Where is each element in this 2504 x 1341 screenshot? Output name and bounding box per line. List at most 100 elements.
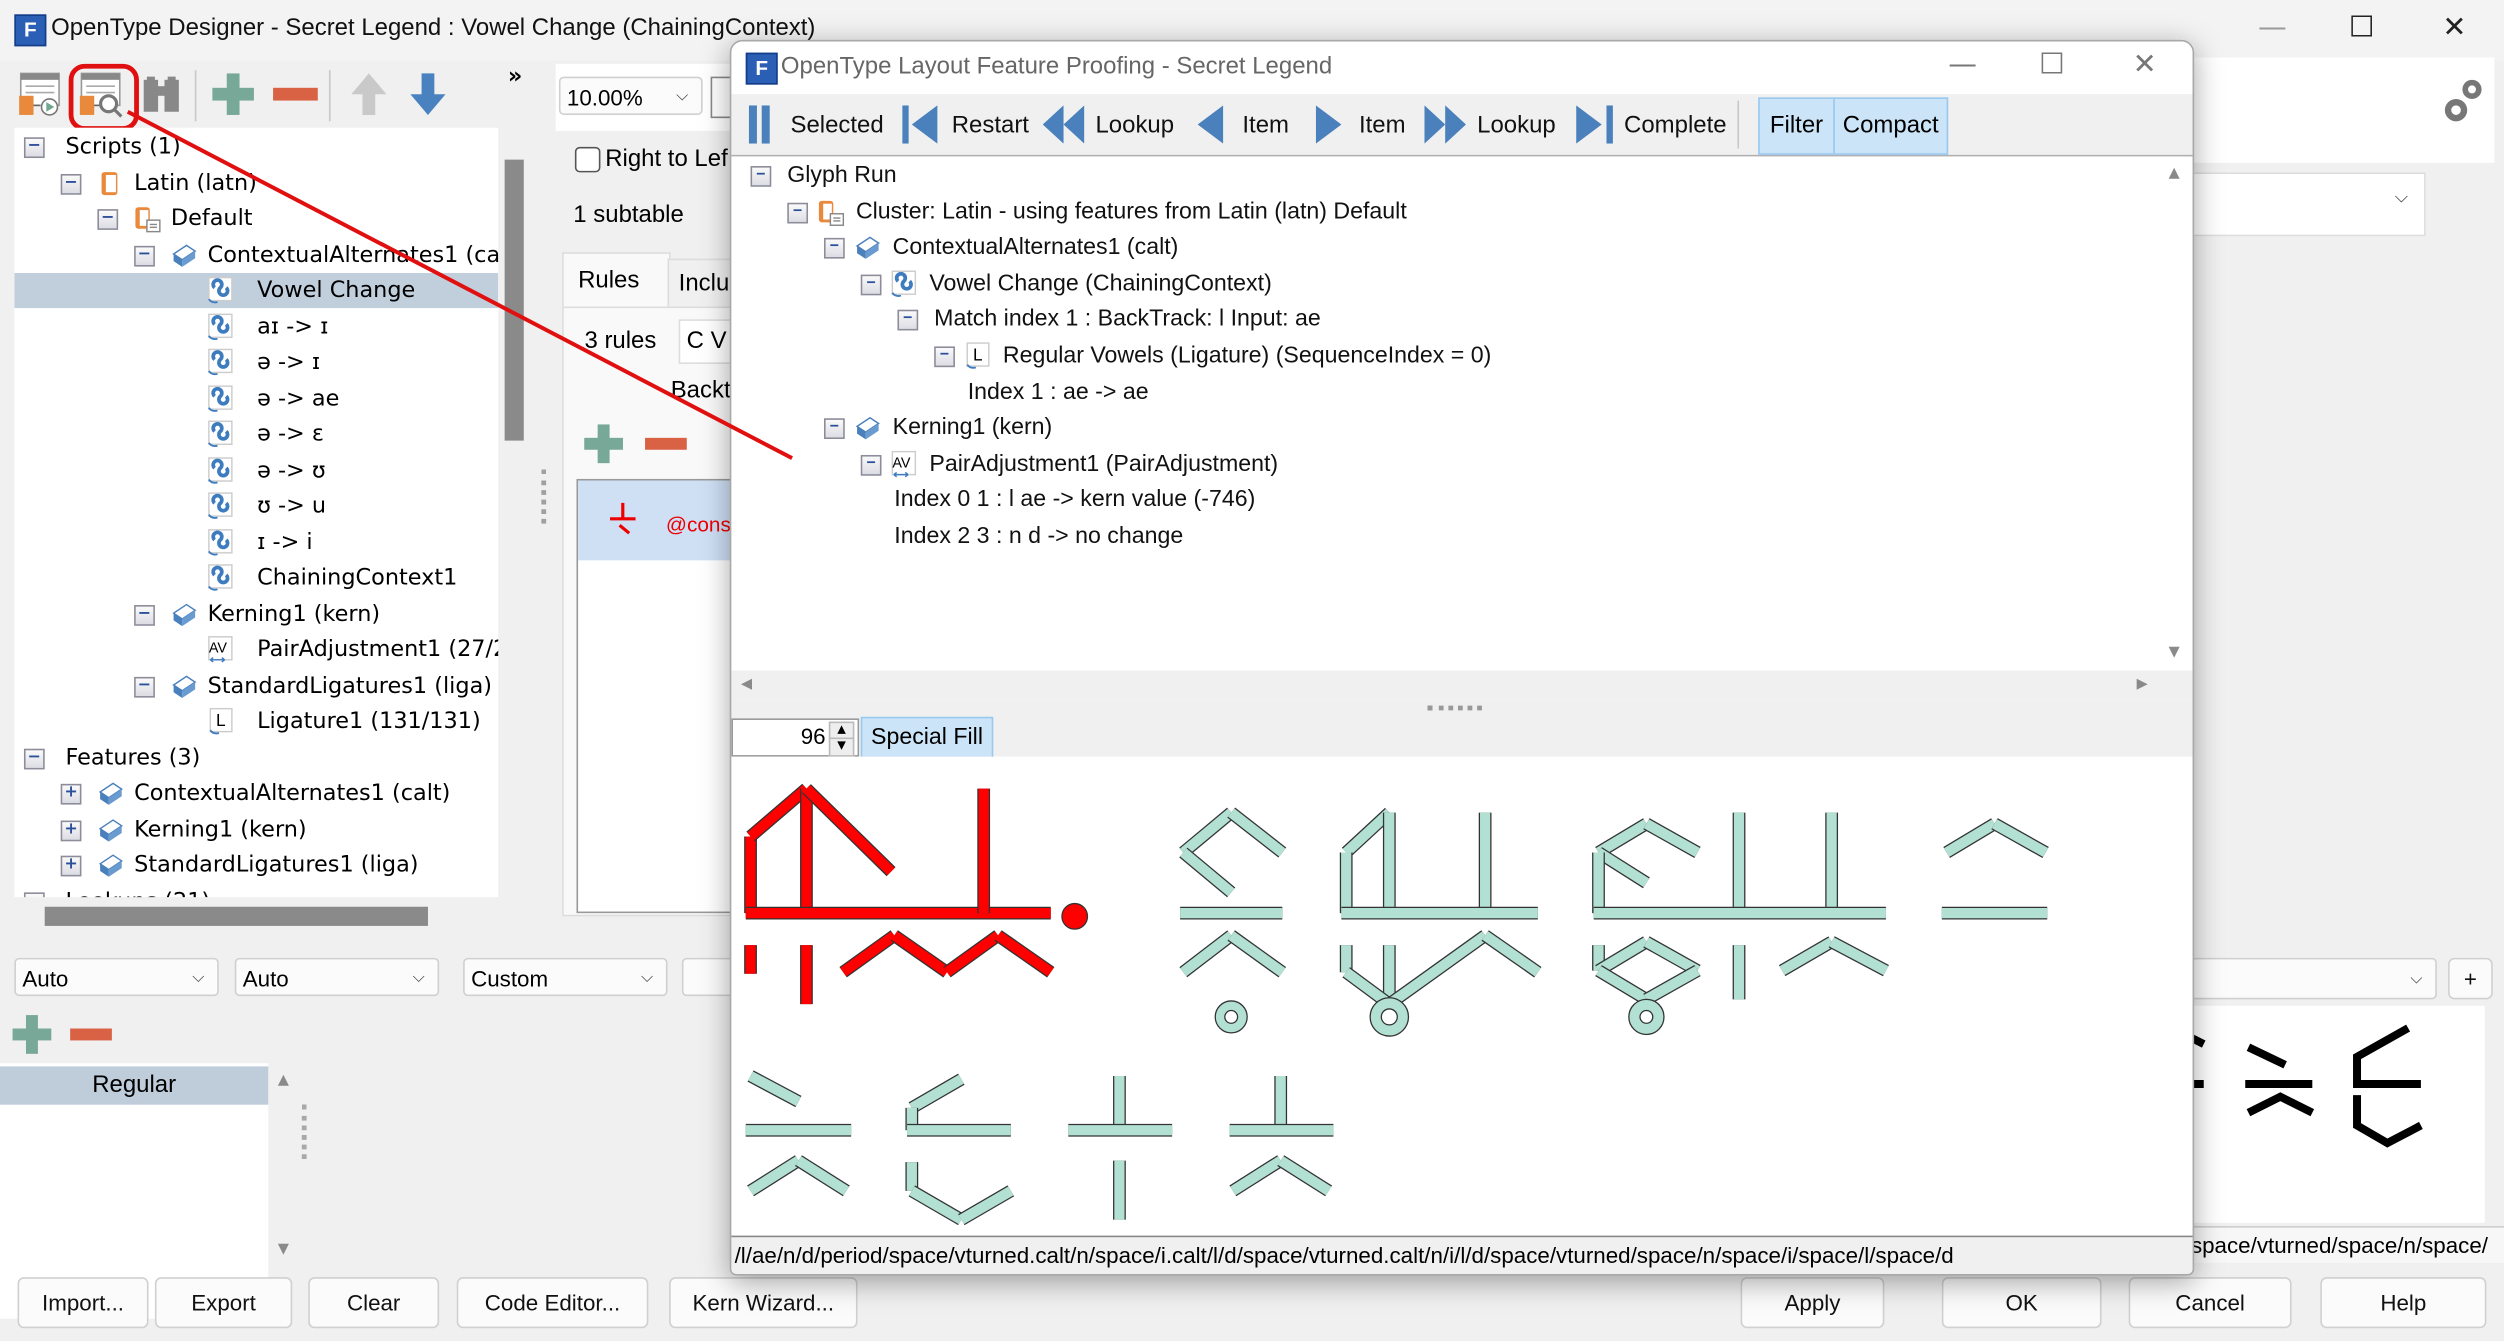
collapse-icon[interactable]: − <box>134 245 155 266</box>
tree-item[interactable]: − Lookups (21) <box>14 884 498 898</box>
proof-run-icon[interactable] <box>16 70 64 118</box>
tree-item[interactable]: ə -> ɛ <box>14 417 498 452</box>
maximize-button[interactable]: ☐ <box>2325 5 2398 53</box>
tree-item[interactable]: L Ligature1 (131/131) <box>14 704 498 739</box>
collapse-icon[interactable]: − <box>23 747 45 769</box>
trace-vertical-scrollbar[interactable]: ▲ ▼ <box>2160 156 2190 671</box>
rule-item-selected[interactable]: @cons <box>578 480 732 561</box>
trace-item[interactable]: Index 0 1 : l ae -> kern value (-746) <box>731 483 2136 518</box>
trace-item[interactable]: − ContextualAlternates1 (calt) <box>731 230 2136 265</box>
tree-item[interactable]: + StandardLigatures1 (liga) <box>14 848 498 883</box>
tree-item[interactable]: − Kerning1 (kern) <box>14 596 498 631</box>
tree-item[interactable]: + Kerning1 (kern) <box>14 812 498 847</box>
scroll-up-icon[interactable]: ▲ <box>2169 166 2180 182</box>
expand-icon[interactable]: + <box>60 819 82 841</box>
expand-icon[interactable]: + <box>60 783 82 805</box>
style-list-item-regular[interactable]: Regular <box>0 1066 269 1105</box>
code-editor-button[interactable]: Code Editor... <box>456 1277 649 1329</box>
trace-item[interactable]: − Glyph Run <box>731 158 2136 193</box>
help-button[interactable]: Help <box>2320 1277 2487 1329</box>
kern-wizard-button[interactable]: Kern Wizard... <box>669 1277 858 1329</box>
tree-item[interactable]: − Latin (latn) <box>14 165 498 200</box>
proof-close-button[interactable]: ✕ <box>2108 42 2181 90</box>
add-icon[interactable] <box>209 70 257 118</box>
splitter-handle[interactable] <box>1427 705 1482 711</box>
bottom-combo-2[interactable]: Auto ⌵ <box>234 957 440 997</box>
tree-item[interactable]: − ContextualAlternates1 (calt) <box>14 237 498 272</box>
import-button[interactable]: Import... <box>17 1277 149 1329</box>
right-combo[interactable]: ⌵ <box>2190 172 2426 237</box>
trace-item[interactable]: Index 2 3 : n d -> no change <box>731 519 2136 554</box>
tree-item[interactable]: − Scripts (1) <box>14 129 498 164</box>
cancel-button[interactable]: Cancel <box>2128 1277 2292 1329</box>
scroll-up-icon[interactable]: ▲ <box>278 1073 289 1089</box>
collapse-icon[interactable]: − <box>934 346 955 368</box>
trace-item[interactable]: − L Regular Vowels (Ligature) (SequenceInd… <box>731 338 2136 373</box>
layout-tree[interactable]: − Scripts (1) − Latin (latn) − Default − Contex… <box>14 127 499 898</box>
collapse-icon[interactable]: − <box>23 891 45 898</box>
collapse-icon[interactable]: − <box>824 418 845 440</box>
tree-item[interactable]: AV PairAdjustment1 (27/248 <box>14 632 498 667</box>
special-fill-toggle[interactable]: Special Fill <box>860 716 994 760</box>
collapse-icon[interactable]: − <box>134 604 155 625</box>
ok-button[interactable]: OK <box>1941 1277 2102 1329</box>
spin-down-icon[interactable]: ▼ <box>828 737 855 757</box>
collapse-icon[interactable]: − <box>60 173 82 194</box>
tree-item[interactable]: aɪ -> ɪ <box>14 309 498 344</box>
tree-item[interactable]: ɪ -> i <box>14 524 498 559</box>
filter-toggle[interactable]: Filter <box>1758 97 1835 155</box>
trace-horizontal-scrollbar[interactable]: ◀ ▶ <box>731 670 2193 700</box>
collapse-icon[interactable]: − <box>824 238 845 259</box>
add-style-icon[interactable] <box>10 1012 55 1057</box>
toolbar-overflow-button[interactable]: » <box>508 64 522 90</box>
tree-item[interactable]: − Features (3) <box>14 740 498 775</box>
trace-item[interactable]: − Kerning1 (kern) <box>731 411 2136 446</box>
remove-style-icon[interactable] <box>69 1012 114 1057</box>
collapse-icon[interactable]: − <box>97 209 119 230</box>
scroll-left-icon[interactable]: ◀ <box>741 677 752 693</box>
splitter-handle[interactable] <box>301 1104 307 1159</box>
tree-item[interactable]: ChainingContext1 <box>14 560 498 595</box>
expand-icon[interactable]: + <box>60 855 82 877</box>
compact-toggle[interactable]: Compact <box>1833 97 1949 155</box>
tree-vertical-scrollbar[interactable] <box>504 159 524 441</box>
tree-item[interactable]: ə -> ʊ <box>14 453 498 488</box>
proof-maximize-button[interactable]: ☐ <box>2015 42 2088 90</box>
trace-tree[interactable]: − Glyph Run − Cluster: Latin - using featur… <box>731 156 2161 671</box>
add-rule-icon[interactable] <box>581 421 626 466</box>
tree-item[interactable]: − Default <box>14 201 498 236</box>
tree-horizontal-scrollbar[interactable] <box>44 906 428 926</box>
tab-includes[interactable]: Inclu <box>667 258 735 310</box>
collapse-icon[interactable]: − <box>23 137 45 159</box>
bottom-combo-3[interactable]: Custom ⌵ <box>463 957 668 997</box>
add-string-button[interactable]: + <box>2448 957 2493 1000</box>
glyph-string-combo[interactable]: ⌵ <box>2190 957 2437 1000</box>
tree-item[interactable]: ʊ -> u <box>14 488 498 523</box>
proof-minimize-button[interactable]: — <box>1926 42 1999 90</box>
zoom-combo[interactable]: 10.00% ⌵ <box>558 76 703 115</box>
scroll-down-icon[interactable]: ▼ <box>2169 645 2180 661</box>
tree-item[interactable]: Vowel Change <box>14 272 499 309</box>
collapse-icon[interactable]: − <box>750 166 772 187</box>
clear-button[interactable]: Clear <box>308 1277 440 1329</box>
export-button[interactable]: Export <box>154 1277 293 1329</box>
collapse-icon[interactable]: − <box>134 676 155 697</box>
trace-item[interactable]: − Cluster: Latin - using features from La… <box>731 194 2136 229</box>
scroll-down-icon[interactable]: ▼ <box>278 1242 289 1258</box>
close-button[interactable]: ✕ <box>2418 5 2491 53</box>
tree-item[interactable]: ə -> ae <box>14 381 498 416</box>
right-to-left-checkbox[interactable] <box>574 146 601 173</box>
settings-gear-icon[interactable] <box>2437 73 2491 127</box>
move-down-icon[interactable] <box>404 70 452 118</box>
tab-rules[interactable]: Rules <box>562 252 671 309</box>
size-spinner[interactable]: 96 ▲ ▼ <box>731 718 860 757</box>
tree-item[interactable]: ə -> ɪ <box>14 345 498 380</box>
trace-item[interactable]: Index 1 : ae -> ae <box>731 375 2136 410</box>
remove-rule-icon[interactable] <box>644 421 689 466</box>
collapse-icon[interactable]: − <box>897 310 919 332</box>
apply-button[interactable]: Apply <box>1740 1277 1885 1329</box>
move-up-icon[interactable] <box>345 70 393 118</box>
collapse-icon[interactable]: − <box>787 202 809 223</box>
tree-item[interactable]: + ContextualAlternates1 (calt) <box>14 776 498 811</box>
splitter-handle[interactable] <box>541 469 551 524</box>
